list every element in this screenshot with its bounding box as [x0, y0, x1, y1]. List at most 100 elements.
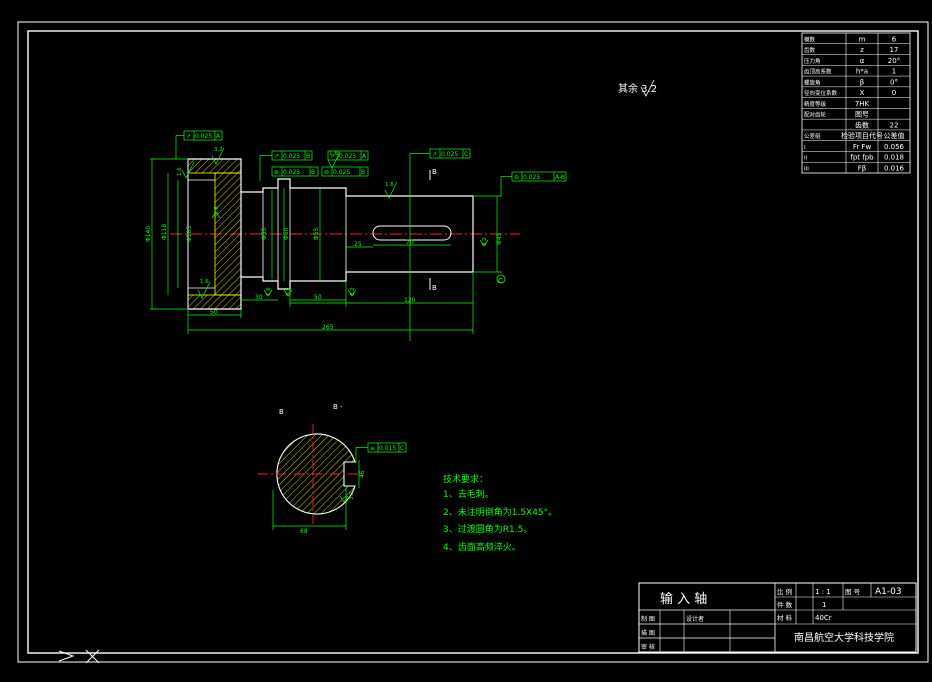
svg-text:0.025: 0.025: [339, 153, 356, 160]
param-cell: 0.018: [884, 154, 904, 162]
roughness-value: 3.2: [214, 147, 223, 153]
param-cell: III: [804, 167, 809, 173]
svg-text:⊚: ⊚: [324, 169, 329, 176]
param-cell: 20°: [888, 57, 900, 65]
title-block: 输 入 轴 比 例 1 : 1 图 号 A1-03 件 数 1 材 料 40Cr…: [638, 582, 917, 653]
svg-text:0.025: 0.025: [283, 153, 300, 160]
dim-len-25: 25: [354, 241, 362, 248]
param-cell: 螺旋角: [804, 78, 821, 86]
svg-text:0.025: 0.025: [283, 169, 300, 176]
part-name: 输 入 轴: [660, 591, 707, 607]
param-cell: z: [860, 46, 864, 54]
drawing-frame: [17, 21, 929, 663]
dim-d55: Φ55: [261, 227, 268, 240]
param-cell: X: [860, 89, 865, 97]
roughness-value: 3.2: [482, 237, 488, 246]
param-cell: 0°: [890, 78, 898, 86]
svg-text:A-B: A-B: [555, 174, 565, 181]
drawing-no: A1-03: [875, 587, 902, 597]
dim-d50: Φ50: [283, 227, 290, 240]
keyway-slot: [372, 225, 452, 241]
svg-text:↗: ↗: [330, 153, 335, 160]
param-cell: 公差组: [804, 132, 821, 140]
svg-text:0.015: 0.015: [379, 445, 396, 452]
designer-label: 设计者: [686, 615, 704, 623]
param-cell: 齿顶高系数: [804, 68, 832, 76]
svg-text:B: B: [306, 153, 310, 160]
svg-text:0.025: 0.025: [195, 133, 212, 140]
roughness-value: 1.6: [200, 279, 209, 285]
flange-hatch-body: [214, 172, 242, 296]
param-cell: Fr Fw: [853, 143, 872, 151]
param-cell: 0: [892, 89, 896, 97]
ucs-icon: [58, 649, 100, 664]
roughness-value: 1.6: [177, 167, 183, 176]
section-b-view: B B - 68 45 3.2: [258, 403, 366, 535]
school-name: 南昌航空大学科技学院: [794, 631, 894, 644]
svg-text:↗: ↗: [186, 133, 191, 140]
shaft-outline-bottom: [241, 271, 473, 290]
cad-drawing-canvas: B B C Φ140 Φ118 Φ105 Φ55 Φ50 Φ55 Φ45 50 …: [17, 21, 929, 664]
param-cell: 模数: [804, 35, 816, 43]
param-cell: 22: [890, 121, 899, 129]
tech-req-item: 4、齿面高频淬火。: [443, 541, 521, 553]
svg-text:⊚: ⊚: [274, 169, 279, 176]
roughness-value: 3.2: [286, 287, 292, 296]
section-cut-label-top: B: [432, 168, 437, 176]
section-title: B -: [333, 403, 343, 411]
param-cell: 0.016: [884, 165, 905, 173]
param-cell: 齿数: [855, 120, 869, 129]
checked-by-label: 描 图: [641, 629, 655, 637]
param-cell: 6: [892, 35, 897, 43]
tol-frame: ⊚ 0.025 B: [321, 166, 369, 177]
datum-c-label: C: [498, 277, 503, 285]
tech-requirements: 技术要求： 1、去毛刺。 2、未注明倒角为1.5X45°。 3、过渡圆角为R1.…: [443, 473, 557, 553]
param-cell: 配对齿轮: [804, 111, 827, 119]
param-cell: 齿数: [804, 46, 816, 54]
roughness-value: 1.6: [385, 182, 394, 188]
param-cell: β: [860, 78, 864, 86]
svg-text:≡: ≡: [370, 445, 375, 452]
scale-value: 1 : 1: [815, 588, 831, 596]
tech-req-item: 1、去毛刺。: [443, 488, 494, 500]
svg-text:B: B: [361, 169, 365, 176]
shaft-main-view: B B C: [170, 158, 520, 310]
svg-text:↗: ↗: [432, 151, 437, 158]
param-cell: m: [859, 35, 866, 43]
param-cell: 1: [892, 68, 896, 76]
section-depth-dim: 45: [359, 470, 366, 478]
svg-text:B: B: [311, 169, 315, 176]
dim-len-265: 265: [322, 324, 334, 331]
flange-hatch-bottom: [187, 294, 242, 310]
tol-frame: ≡ 0.015 C: [355, 442, 407, 463]
tol-frame: ↗ 0.025 A: [327, 150, 369, 161]
param-cell: 0.056: [884, 143, 905, 151]
param-cell: I: [804, 145, 806, 151]
tech-req-item: 3、过渡圆角为R1.5。: [443, 523, 532, 535]
scale-label: 比 例: [777, 587, 792, 596]
svg-text:A: A: [216, 133, 221, 140]
section-label-left: B: [279, 408, 284, 416]
param-cell: II: [804, 156, 808, 162]
tol-frame: ↗ 0.025 A: [175, 130, 223, 159]
param-cell: 精度等级: [804, 100, 827, 108]
tol-frame: ⊚ 0.025 B: [271, 166, 319, 177]
dim-d105: Φ105: [186, 226, 193, 242]
roughness-value: 1.6: [214, 206, 220, 215]
section-cut-label-bottom: B: [432, 284, 437, 292]
param-cell: 公差值: [884, 131, 905, 140]
qty-label: 件 数: [777, 600, 793, 609]
reviewed-by-label: 审 核: [641, 643, 655, 651]
surface-finish-note: 其余 3.2: [618, 82, 657, 95]
svg-text:0.025: 0.025: [441, 151, 458, 158]
dim-d45: Φ45: [496, 232, 503, 245]
dim-d60: Φ55: [313, 227, 320, 240]
material-label: 材 料: [777, 613, 793, 622]
roughness-value: 3.2: [349, 491, 355, 500]
gear-param-table: 模数 m 6 齿数 z 17 压力角 α 20° 齿顶高系数 h*a 1 螺旋角 β 0° 径向变位系数 X 0 精…: [801, 32, 911, 174]
svg-text:C: C: [464, 151, 468, 158]
qty-value: 1: [822, 601, 826, 609]
dim-d140: Φ140: [145, 226, 152, 242]
roughness-value: 1.6: [266, 287, 272, 296]
svg-text:↗: ↗: [274, 153, 279, 160]
